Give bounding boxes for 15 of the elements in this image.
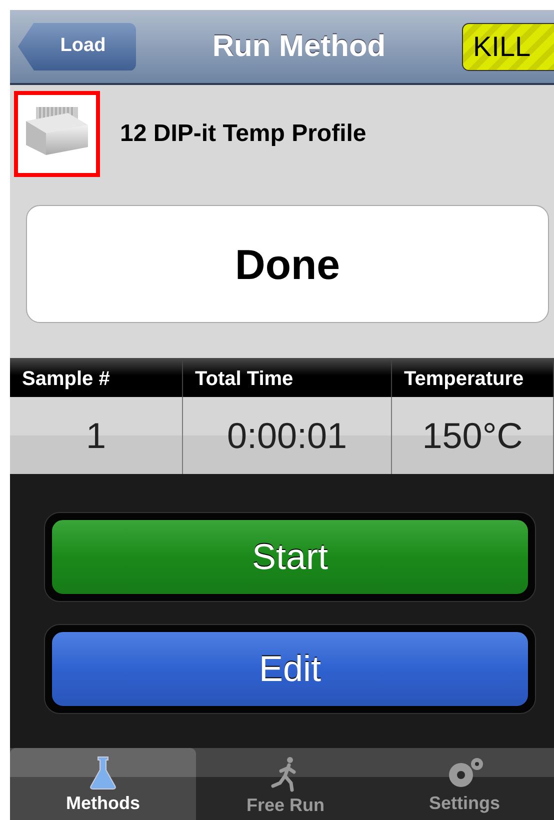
table-cell: 150°C <box>392 397 554 474</box>
flask-icon <box>90 756 116 790</box>
screen-title: Run Method <box>211 29 387 65</box>
method-thumbnail[interactable] <box>14 91 100 177</box>
kill-button[interactable]: KILL <box>462 22 554 70</box>
tab[interactable]: Methods <box>10 748 196 820</box>
status-display: Done <box>26 205 549 323</box>
edit-button[interactable]: Edit <box>51 631 529 707</box>
table-cell: 0:00:01 <box>183 397 392 474</box>
method-name: 12 DIP-it Temp Profile <box>120 119 366 149</box>
start-button[interactable]: Start <box>51 519 529 595</box>
table-cell: 1 <box>10 397 183 474</box>
tab[interactable]: Settings <box>375 748 554 820</box>
tab[interactable]: Free Run <box>196 748 375 820</box>
back-button[interactable]: Load <box>18 22 136 70</box>
